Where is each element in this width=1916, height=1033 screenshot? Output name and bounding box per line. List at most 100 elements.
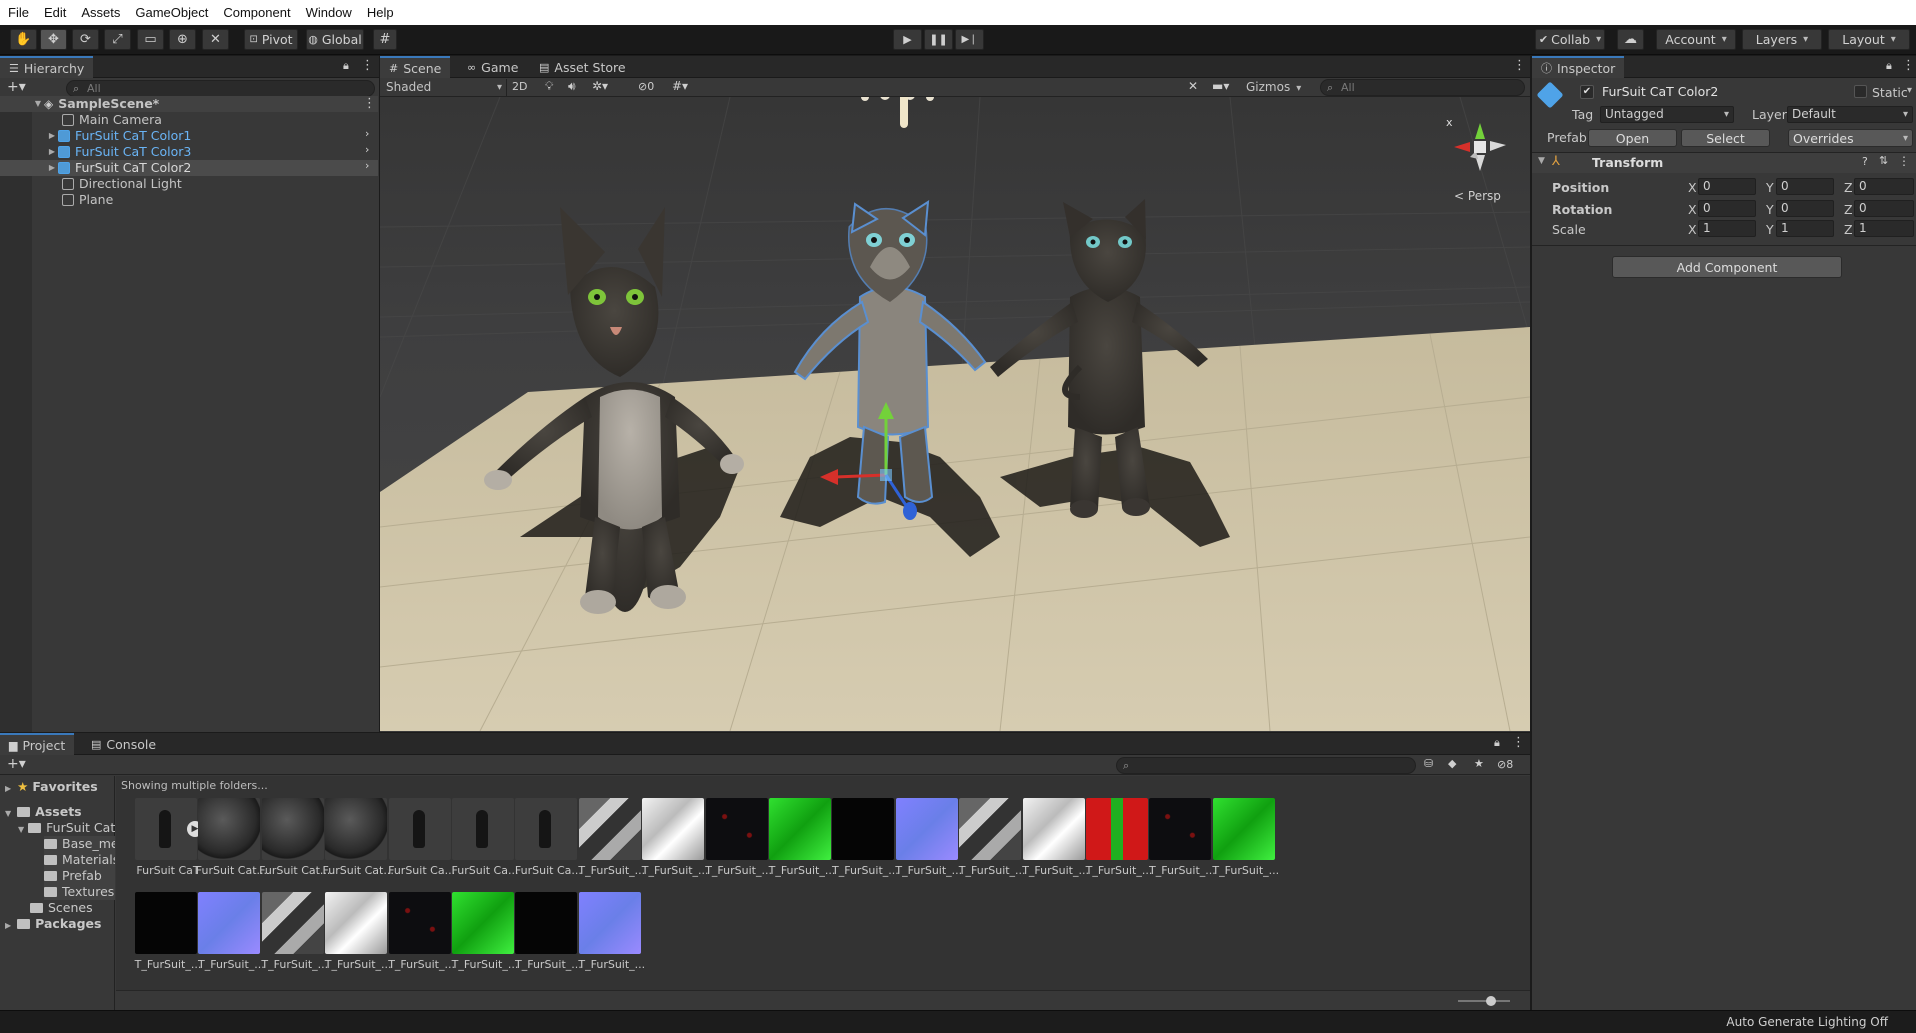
object-name-field[interactable]: FurSuit CaT Color2	[1598, 84, 1838, 101]
tag-dropdown[interactable]: Untagged	[1600, 106, 1734, 123]
scenes-folder[interactable]: Scenes	[30, 900, 93, 916]
search-by-type-icon[interactable]: ⛁	[1424, 758, 1433, 769]
rotation-x-input[interactable]: 0	[1698, 200, 1756, 217]
scene-kebab-icon[interactable]: ⋮	[363, 97, 376, 110]
orientation-gizmo[interactable]	[1454, 123, 1506, 171]
layout-dropdown[interactable]: Layout	[1828, 29, 1910, 50]
textures-folder[interactable]: Textures	[44, 884, 115, 900]
custom-tool-button[interactable]: ✕	[202, 29, 229, 50]
favorites-star-icon[interactable]: ★	[1474, 758, 1484, 769]
fursuit-folder[interactable]: ▼ FurSuit Cat	[18, 820, 115, 836]
asset-item[interactable]: T_FurSuit_...	[194, 892, 265, 980]
account-dropdown[interactable]: Account	[1656, 29, 1736, 50]
expand-arrow-icon[interactable]: ▼	[5, 809, 11, 818]
menu-help[interactable]: Help	[367, 5, 394, 20]
chevron-right-icon[interactable]: ›	[365, 144, 369, 155]
asset-item[interactable]: FurSuit Cat...	[258, 798, 330, 886]
expand-arrow-icon[interactable]: ▼	[18, 825, 24, 834]
asset-item[interactable]: T_FurSuit_...	[1082, 798, 1152, 886]
asset-item[interactable]: T_FurSuit_...	[955, 798, 1026, 886]
rotation-z-input[interactable]: 0	[1854, 200, 1914, 217]
audio-speaker-icon[interactable]: 🔊︎	[568, 80, 576, 92]
asset-item[interactable]: FurSuit Ca...	[448, 798, 518, 886]
prefab-overrides-dropdown[interactable]: Overrides	[1788, 129, 1913, 147]
expand-arrow-icon[interactable]: ▶	[46, 144, 58, 160]
scene-row[interactable]: ▼ ◈ SampleScene* ⋮	[0, 96, 378, 112]
static-checkbox[interactable]	[1854, 85, 1867, 98]
transform-tool-button[interactable]: ⊕	[169, 29, 196, 50]
kebab-menu-icon[interactable]: ⋮	[1512, 736, 1525, 749]
scale-z-input[interactable]: 1	[1854, 220, 1914, 237]
transform-header[interactable]: ▼ ⅄ Transform ? ⇅ ⋮	[1532, 153, 1916, 173]
asset-item[interactable]: T_FurSuit_...	[131, 892, 201, 980]
prefab-folder[interactable]: Prefab	[44, 868, 115, 884]
scale-y-input[interactable]: 1	[1776, 220, 1834, 237]
asset-item[interactable]: FurSuit Cat...	[194, 798, 267, 886]
global-toggle[interactable]: ◍ Global	[306, 29, 364, 50]
hand-tool-button[interactable]: ✋	[10, 29, 37, 50]
position-y-input[interactable]: 0	[1776, 178, 1834, 195]
expand-arrow-icon[interactable]: ▶	[5, 921, 11, 930]
shading-mode-dropdown[interactable]: Shaded	[384, 79, 502, 96]
chevron-right-icon[interactable]: ›	[365, 160, 369, 171]
hierarchy-item-color3[interactable]: ▶ FurSuit CaT Color3 ›	[0, 144, 378, 160]
help-icon[interactable]: ?	[1862, 156, 1868, 167]
expand-arrow-icon[interactable]: ▶	[46, 128, 58, 144]
menu-edit[interactable]: Edit	[44, 5, 66, 20]
asset-item[interactable]: T_FurSuit_...	[575, 892, 645, 980]
kebab-menu-icon[interactable]: ⋮	[361, 59, 374, 72]
create-plus-icon[interactable]: +▾	[7, 80, 26, 94]
asset-item[interactable]: T_FurSuit_...	[321, 892, 392, 980]
hierarchy-search-input[interactable]: All	[66, 80, 375, 97]
chevron-right-icon[interactable]: ›	[365, 128, 369, 139]
asset-item[interactable]: T_FurSuit_...	[575, 798, 645, 886]
active-checkbox[interactable]: ✔	[1580, 85, 1594, 99]
assets-folder[interactable]: ▼ Assets	[5, 804, 82, 820]
asset-item[interactable]: T_FurSuit_...	[448, 892, 518, 980]
effects-icon[interactable]: ✲▾	[592, 80, 608, 92]
static-chevron-down-icon[interactable]: ▾	[1907, 85, 1912, 96]
layers-dropdown[interactable]: Layers	[1742, 29, 1822, 50]
hierarchy-item-main-camera[interactable]: Main Camera	[0, 112, 378, 128]
gizmo-lock-icon[interactable]: 🔒︎	[1508, 97, 1513, 99]
hierarchy-item-directional-light[interactable]: Directional Light	[0, 176, 378, 192]
expand-arrow-icon[interactable]: ▶	[46, 160, 58, 176]
materials-folder[interactable]: Materials	[44, 852, 115, 868]
asset-item[interactable]: FurSuit Cat...	[321, 798, 394, 886]
tools-icon[interactable]: ✕	[1188, 80, 1198, 92]
tab-asset-store[interactable]: ▤ Asset Store	[530, 56, 635, 78]
preset-sliders-icon[interactable]: ⇅	[1879, 155, 1888, 166]
project-search-input[interactable]	[1116, 757, 1416, 774]
move-tool-button[interactable]: ✥	[40, 29, 67, 50]
tab-inspector[interactable]: ⓘ Inspector	[1532, 56, 1625, 78]
step-button[interactable]: ▶❘	[955, 29, 984, 50]
scene-search-input[interactable]: All	[1320, 79, 1525, 96]
component-kebab-icon[interactable]: ⋮	[1898, 155, 1910, 167]
menu-component[interactable]: Component	[223, 5, 290, 20]
asset-item[interactable]: T_FurSuit_...	[1019, 798, 1089, 886]
pivot-toggle[interactable]: ⊡ Pivot	[244, 29, 298, 50]
scale-tool-button[interactable]: ⤢	[104, 29, 131, 50]
asset-item[interactable]: T_FurSuit_...	[892, 798, 962, 886]
menu-file[interactable]: File	[8, 5, 29, 20]
status-text[interactable]: Auto Generate Lighting Off	[1726, 1015, 1888, 1029]
asset-item[interactable]: T_FurSuit_...	[258, 892, 328, 980]
expand-arrow-icon[interactable]: ▼	[32, 96, 44, 112]
grid-snap-button[interactable]: #	[373, 29, 397, 50]
play-button[interactable]: ▶	[893, 29, 922, 50]
asset-item[interactable]: FurSuit Ca...	[511, 798, 582, 886]
collab-dropdown[interactable]: ✔ Collab	[1535, 29, 1605, 50]
position-x-input[interactable]: 0	[1698, 178, 1756, 195]
2d-toggle[interactable]: 2D	[512, 80, 527, 93]
add-component-button[interactable]: Add Component	[1612, 256, 1842, 278]
kebab-menu-icon[interactable]: ⋮	[1513, 59, 1526, 72]
thumbnail-size-slider-handle[interactable]	[1486, 996, 1496, 1006]
hidden-packages-toggle[interactable]: ⊘8	[1497, 758, 1513, 771]
create-plus-icon[interactable]: +▾	[7, 757, 26, 771]
pause-button[interactable]: ❚❚	[924, 29, 953, 50]
tab-game[interactable]: ∞ Game	[458, 56, 527, 78]
asset-item[interactable]: T_FurSuit_...	[385, 892, 455, 980]
projection-toggle[interactable]: < Persp	[1454, 189, 1501, 203]
cloud-button[interactable]: ☁	[1617, 29, 1644, 50]
expand-arrow-icon[interactable]: ▶	[5, 784, 11, 793]
